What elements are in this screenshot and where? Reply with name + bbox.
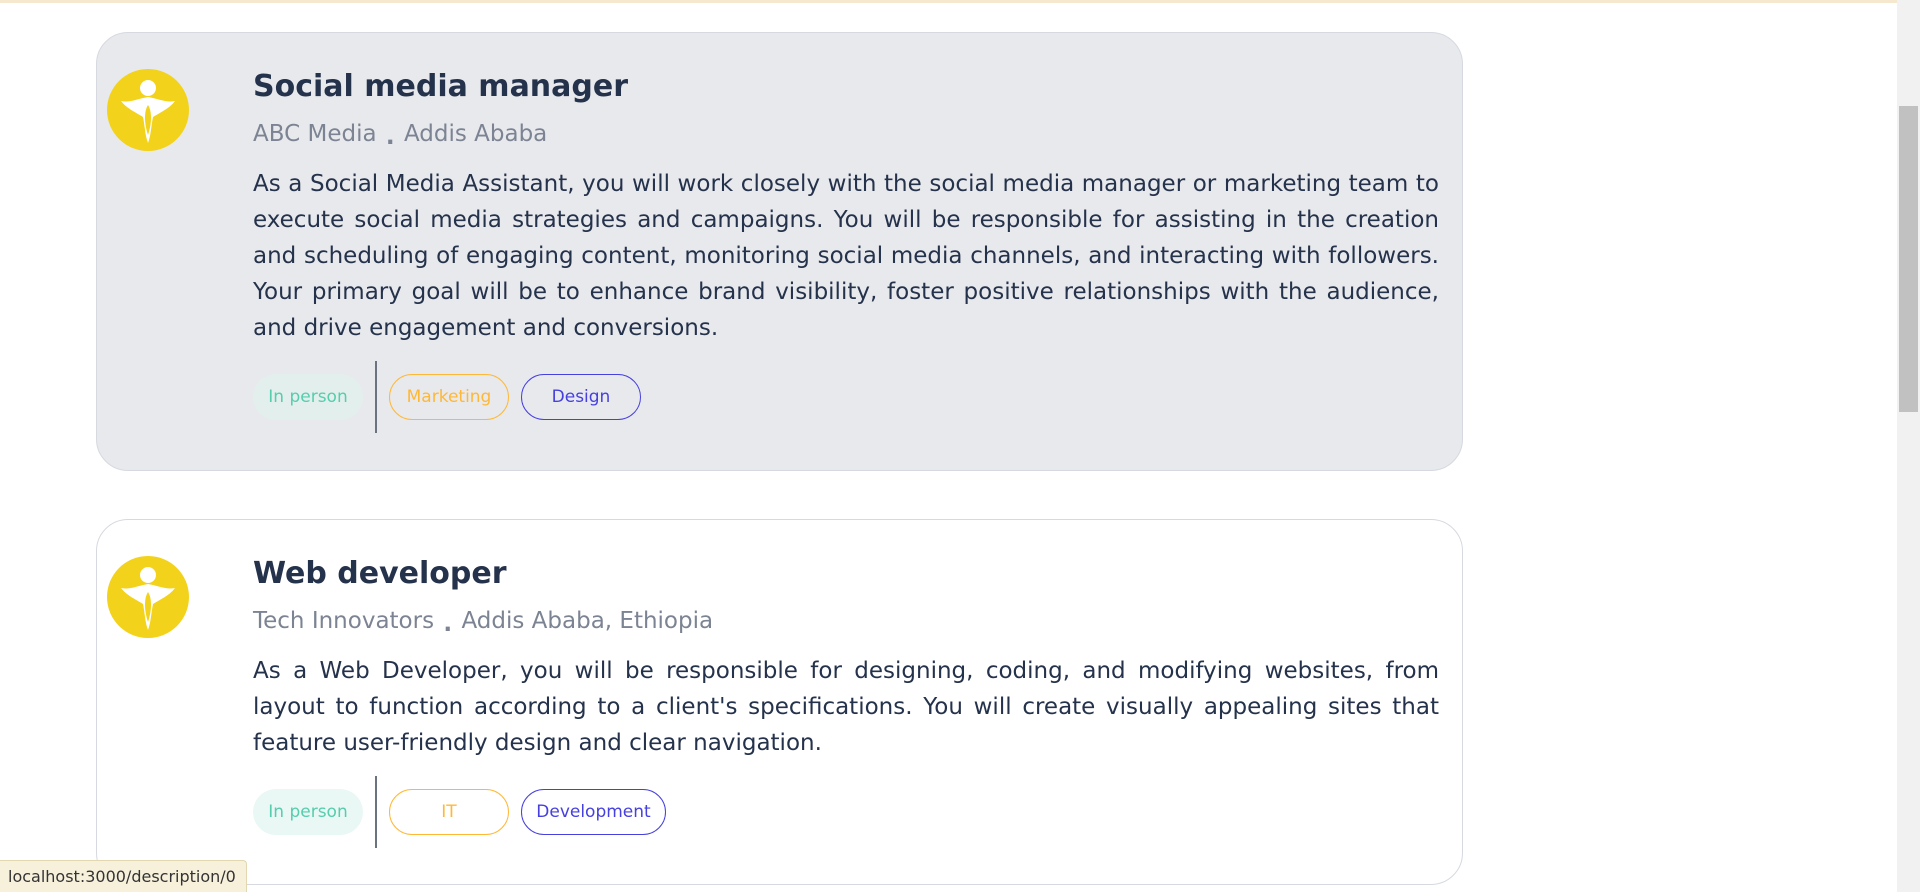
category-tag: Development [521, 788, 666, 835]
job-description: As a Web Developer, you will be responsi… [253, 657, 1439, 756]
job-card-body: Social media manager ABC Media . Addis A… [253, 69, 1439, 433]
scrollbar-thumb[interactable] [1899, 106, 1918, 412]
job-meta: Tech Innovators . Addis Ababa, Ethiopia [253, 608, 1439, 637]
job-card-body: Web developer Tech Innovators . Addis Ab… [253, 556, 1439, 848]
job-description: As a Social Media Assistant, you will wo… [253, 170, 1439, 341]
vertical-scrollbar[interactable] [1897, 0, 1920, 892]
job-list-page: Social media manager ABC Media . Addis A… [0, 0, 1920, 892]
job-meta: ABC Media . Addis Ababa [253, 121, 1439, 150]
tag-divider [375, 360, 377, 433]
category-tag: IT [389, 788, 509, 835]
company-name: Tech Innovators [253, 608, 435, 634]
company-name: ABC Media [253, 121, 377, 147]
job-tags: In person IT Development [253, 775, 1439, 848]
category-tag: Design [521, 373, 641, 420]
job-card[interactable]: Social media manager ABC Media . Addis A… [96, 32, 1463, 471]
job-type-badge: In person [253, 788, 363, 835]
meta-separator: . [443, 611, 453, 637]
job-location: Addis Ababa [403, 121, 548, 147]
job-location: Addis Ababa, Ethiopia [461, 608, 714, 634]
job-type-badge: In person [253, 373, 363, 420]
job-tags: In person Marketing Design [253, 360, 1439, 433]
top-border [0, 0, 1901, 3]
category-tag: Marketing [389, 373, 509, 420]
job-title: Social media manager [253, 69, 629, 104]
job-card[interactable]: Web developer Tech Innovators . Addis Ab… [96, 519, 1463, 885]
tag-divider [375, 775, 377, 848]
status-bar-url: localhost:3000/description/0 [0, 860, 247, 892]
meta-separator: . [385, 124, 395, 150]
company-logo-icon [107, 556, 189, 638]
company-logo-icon [107, 69, 189, 151]
job-title: Web developer [253, 556, 507, 591]
